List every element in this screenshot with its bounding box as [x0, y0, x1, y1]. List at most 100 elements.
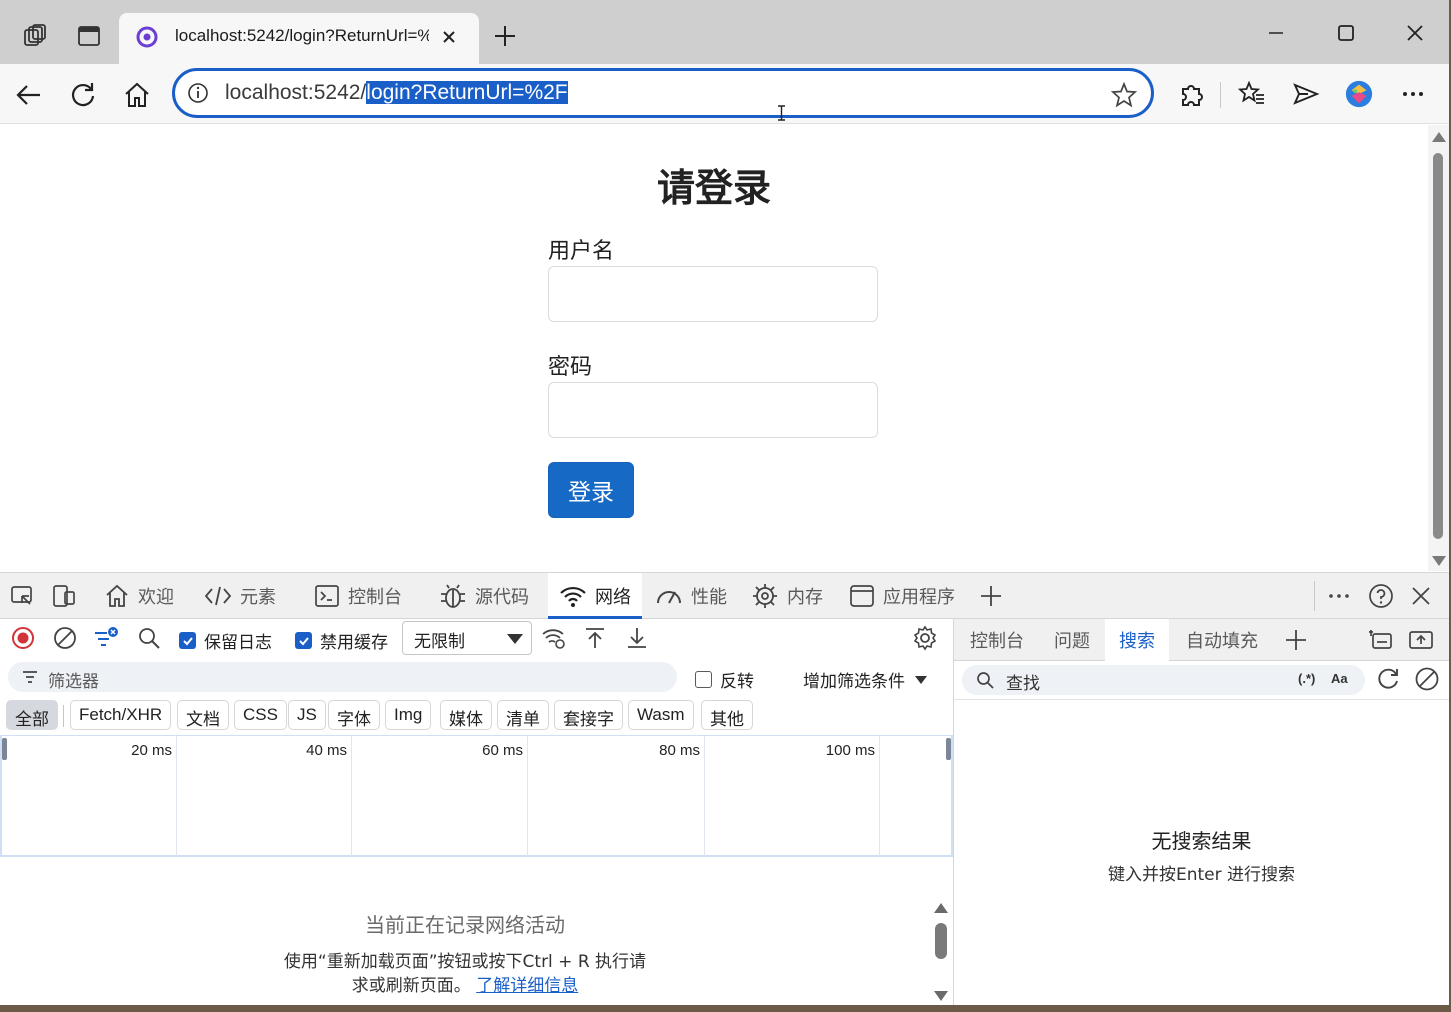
type-filter-manifest[interactable]: 清单 — [497, 700, 549, 730]
regex-toggle[interactable]: (.*) — [1298, 671, 1315, 686]
active-tab[interactable]: localhost:5242/login?ReturnUrl=%2F — [119, 13, 479, 64]
help-icon[interactable] — [1367, 582, 1395, 610]
type-filter-media[interactable]: 媒体 — [440, 700, 492, 730]
drawer-tab-console[interactable]: 控制台 — [956, 619, 1038, 661]
extensions-icon[interactable] — [1176, 79, 1206, 109]
type-filter-socket[interactable]: 套接字 — [554, 700, 623, 730]
scrollbar-thumb[interactable] — [1433, 153, 1443, 539]
overview-left-handle[interactable] — [2, 738, 7, 760]
drawer-tab-search[interactable]: 搜索 — [1105, 619, 1169, 661]
devtools-tab-label: 控制台 — [348, 587, 402, 608]
disable-cache-checkbox[interactable]: 禁用缓存 — [295, 628, 388, 653]
tab-close-icon[interactable] — [437, 25, 461, 49]
drawer-tab-issues[interactable]: 问题 — [1040, 619, 1104, 661]
network-overview-timeline[interactable]: 20 ms 40 ms 60 ms 80 ms 100 ms — [0, 735, 953, 857]
favorite-star-icon[interactable] — [1110, 81, 1138, 108]
learn-more-link[interactable]: 了解详细信息 — [476, 976, 578, 996]
network-settings-gear-icon[interactable] — [912, 625, 938, 651]
type-filter-fetch-xhr[interactable]: Fetch/XHR — [70, 700, 172, 730]
maximize-icon[interactable] — [1328, 18, 1364, 48]
type-filter-js[interactable]: JS — [288, 700, 326, 730]
devtools-more-icon[interactable] — [1325, 582, 1353, 610]
resource-type-filters: 全部 Fetch/XHR 文档 CSS JS 字体 Img 媒体 清单 套接字 … — [0, 699, 953, 733]
back-icon[interactable] — [14, 80, 44, 110]
type-filter-wasm[interactable]: Wasm — [628, 700, 694, 730]
import-har-icon[interactable] — [582, 625, 608, 651]
clear-icon[interactable] — [52, 625, 78, 651]
site-info-icon[interactable] — [187, 82, 209, 104]
refresh-icon[interactable] — [68, 80, 98, 110]
clear-search-icon[interactable] — [1414, 666, 1440, 692]
filter-toggle-icon[interactable] — [93, 625, 119, 651]
scroll-down-icon[interactable] — [1432, 556, 1446, 566]
throttling-select[interactable]: 无限制 — [402, 621, 532, 655]
refresh-search-icon[interactable] — [1375, 666, 1401, 692]
scroll-up-icon[interactable] — [934, 903, 948, 913]
devtools-tab-application[interactable]: 应用程序 — [849, 573, 955, 619]
add-filter-dropdown[interactable]: 增加筛选条件 — [803, 667, 927, 692]
recording-title: 当前正在记录网络活动 — [365, 913, 565, 937]
devtools-tab-elements[interactable]: 元素 — [204, 573, 276, 619]
type-filter-doc[interactable]: 文档 — [177, 700, 229, 730]
drawer-tab-autofill[interactable]: 自动填充 — [1172, 619, 1272, 661]
devtools-tab-welcome[interactable]: 欢迎 — [104, 573, 174, 619]
device-emulation-icon[interactable] — [50, 582, 78, 610]
scroll-up-icon[interactable] — [1432, 132, 1446, 142]
username-input[interactable] — [548, 266, 878, 322]
new-tab-icon[interactable] — [492, 23, 520, 51]
invert-checkbox[interactable]: 反转 — [695, 667, 754, 692]
vertical-tabs-icon[interactable] — [75, 22, 103, 50]
scroll-down-icon[interactable] — [934, 991, 948, 1001]
type-filter-font[interactable]: 字体 — [328, 700, 380, 730]
scrollbar-thumb[interactable] — [935, 923, 947, 959]
export-har-icon[interactable] — [624, 625, 650, 651]
web-page: 请登录 用户名 密码 登录 — [0, 125, 1428, 571]
devtools-tab-memory[interactable]: 内存 — [751, 573, 823, 619]
checkbox-checked-icon — [179, 632, 196, 649]
type-filter-css[interactable]: CSS — [234, 700, 287, 730]
type-filter-all[interactable]: 全部 — [6, 700, 58, 730]
add-tool-icon[interactable] — [977, 582, 1005, 610]
devtools-tab-label: 元素 — [240, 587, 276, 608]
filter-input[interactable]: 筛选器 — [8, 662, 677, 692]
close-window-icon[interactable] — [1397, 18, 1433, 48]
close-devtools-icon[interactable] — [1407, 582, 1435, 610]
more-options-icon[interactable] — [1398, 79, 1428, 109]
workspaces-icon[interactable] — [21, 22, 49, 50]
share-icon[interactable] — [1291, 79, 1321, 109]
devtools-tab-performance[interactable]: 性能 — [655, 573, 727, 619]
type-filter-other[interactable]: 其他 — [701, 700, 753, 730]
address-url[interactable]: localhost:5242/login?ReturnUrl=%2F — [225, 81, 568, 105]
devtools-tab-sources[interactable]: 源代码 — [439, 573, 529, 619]
filter-placeholder: 筛选器 — [48, 672, 99, 692]
preserve-log-checkbox[interactable]: 保留日志 — [179, 628, 272, 653]
drawer-search-input[interactable]: 查找 (.*) Aa — [962, 665, 1365, 695]
inspect-element-icon[interactable] — [8, 582, 36, 610]
devtools-tab-console[interactable]: 控制台 — [314, 573, 402, 619]
preserve-log-label: 保留日志 — [204, 633, 272, 653]
search-icon[interactable] — [136, 625, 162, 651]
minimize-icon[interactable] — [1258, 18, 1294, 48]
dock-drawer-icon[interactable] — [1367, 627, 1393, 653]
match-case-toggle[interactable]: Aa — [1331, 671, 1348, 686]
search-icon — [976, 671, 994, 689]
favorites-icon[interactable] — [1237, 79, 1267, 109]
move-drawer-icon[interactable] — [1408, 627, 1434, 653]
overview-right-handle[interactable] — [946, 738, 951, 760]
no-results-hint: 键入并按Enter 进行搜索 — [1107, 865, 1296, 885]
timeline-label: 20 ms — [131, 742, 172, 759]
network-conditions-icon[interactable] — [541, 625, 567, 651]
devtools-tab-network[interactable]: 网络 — [548, 573, 642, 619]
devtools-tab-label: 应用程序 — [883, 587, 955, 608]
type-filter-img[interactable]: Img — [385, 700, 432, 730]
home-icon[interactable] — [122, 80, 152, 110]
throttling-value: 无限制 — [414, 632, 465, 652]
page-scrollbar[interactable] — [1428, 125, 1449, 571]
password-input[interactable] — [548, 382, 878, 438]
login-button[interactable]: 登录 — [548, 462, 634, 518]
address-bar[interactable]: localhost:5242/login?ReturnUrl=%2F — [172, 68, 1154, 118]
copilot-icon[interactable] — [1344, 79, 1374, 109]
record-stop-icon[interactable] — [10, 625, 36, 651]
drawer-add-tool-icon[interactable] — [1283, 627, 1309, 653]
network-scrollbar[interactable] — [930, 899, 952, 1005]
